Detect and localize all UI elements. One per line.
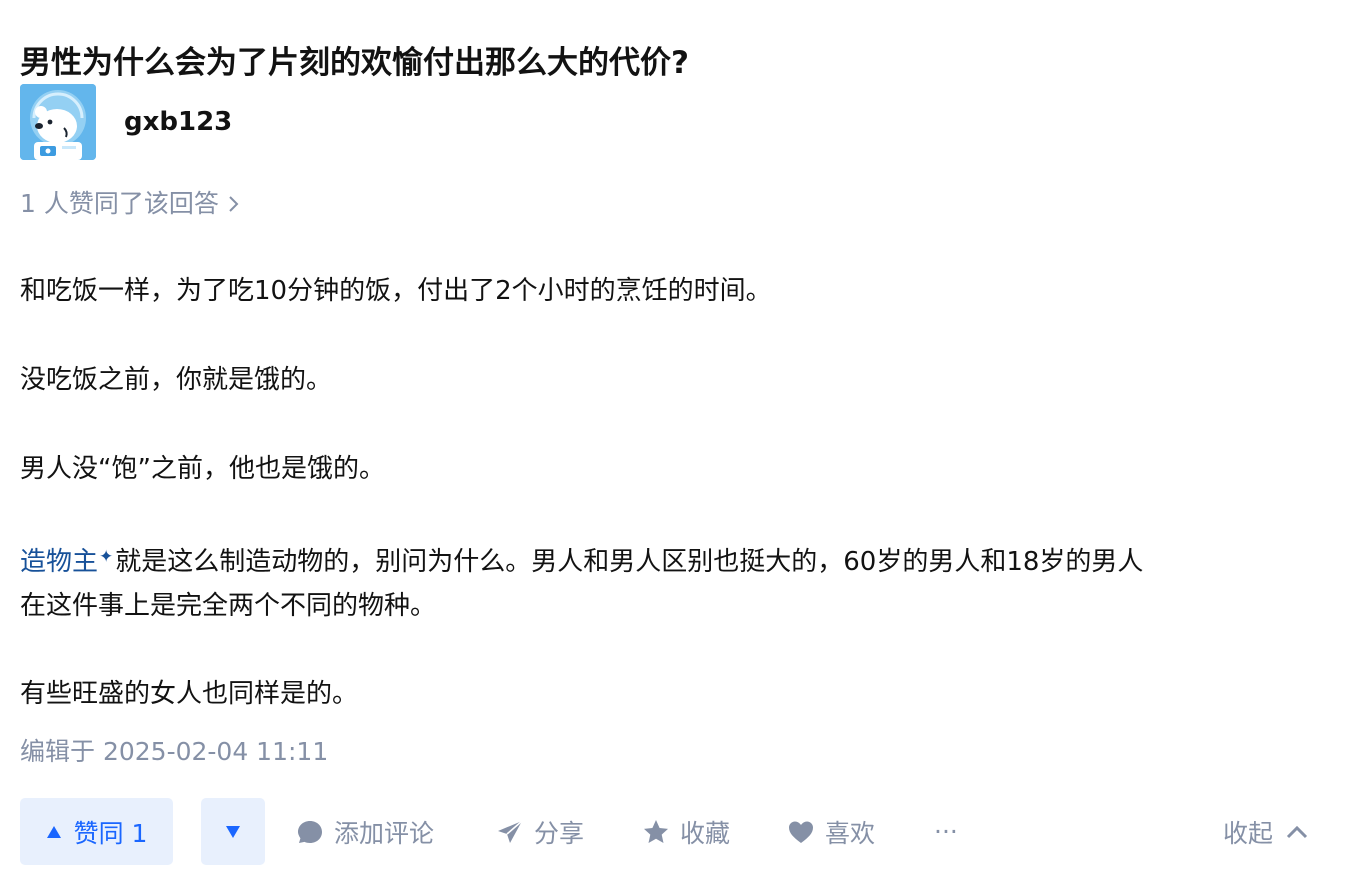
vote-up-label: 赞同 1 — [73, 818, 148, 848]
edit-time[interactable]: 编辑于 2025-02-04 11:11 — [20, 734, 328, 770]
paragraph-3: 男人没“饱”之前，他也是饿的。 — [20, 454, 385, 484]
polar-bear-astronaut-icon — [20, 84, 96, 160]
paragraph-4-line-1: 就是这么制造动物的，别问为什么。男人和男人区别也挺大的，60岁的男人和18岁的男… — [115, 547, 1144, 577]
more-icon: ··· — [934, 817, 958, 846]
sparkle-icon: ✦ — [99, 547, 114, 567]
answer-content: 和吃饭一样，为了吃10分钟的饭，付出了2个小时的烹饪的时间。 没吃饭之前，你就是… — [20, 268, 1330, 760]
vote-up-button[interactable]: 赞同 1 — [20, 798, 173, 865]
like-button[interactable]: 喜欢 — [787, 798, 875, 865]
share-button[interactable]: 分享 — [496, 798, 584, 865]
voters-summary[interactable]: 1 人赞同了该回答 — [20, 186, 241, 222]
paper-plane-icon — [498, 819, 523, 843]
star-icon — [644, 819, 668, 843]
collapse-button[interactable]: 收起 — [1223, 798, 1309, 865]
paragraph-4: 造物主✦就是这么制造动物的，别问为什么。男人和男人区别也挺大的，60岁的男人和1… — [20, 535, 1330, 628]
triangle-up-icon — [46, 825, 61, 838]
paragraph-2: 没吃饭之前，你就是饿的。 — [20, 365, 333, 395]
author-info: gxb123 — [20, 84, 232, 160]
favorite-label: 收藏 — [680, 818, 731, 848]
favorite-button[interactable]: 收藏 — [642, 798, 730, 865]
like-label: 喜欢 — [825, 818, 876, 848]
keyword-link[interactable]: 造物主 — [20, 547, 98, 577]
collapse-label: 收起 — [1223, 818, 1274, 848]
voters-summary-text: 1 人赞同了该回答 — [20, 189, 219, 218]
vote-down-button[interactable] — [201, 798, 265, 865]
triangle-down-icon — [226, 825, 240, 838]
heart-icon — [789, 821, 813, 843]
action-bar: 赞同 1 添加评论 分享 收藏 喜欢 ··· 收起 — [20, 798, 1333, 865]
paragraph-5: 有些旺盛的女人也同样是的。 — [20, 679, 359, 709]
chevron-right-icon — [229, 196, 239, 212]
share-label: 分享 — [534, 818, 585, 848]
comment-label: 添加评论 — [334, 818, 435, 848]
avatar[interactable] — [20, 84, 96, 160]
author-name[interactable]: gxb123 — [124, 107, 232, 137]
paragraph-1: 和吃饭一样，为了吃10分钟的饭，付出了2个小时的烹饪的时间。 — [20, 276, 772, 306]
comment-button[interactable]: 添加评论 — [296, 798, 434, 865]
more-button[interactable]: ··· — [934, 798, 958, 865]
chevron-up-icon — [1286, 825, 1308, 838]
answer-card: 男性为什么会为了片刻的欢愉付出那么大的代价? gxb123 1 人赞同了该回答 — [20, 0, 1333, 885]
question-title[interactable]: 男性为什么会为了片刻的欢愉付出那么大的代价? — [20, 41, 689, 85]
comment-icon — [298, 820, 322, 843]
paragraph-4-line-2: 在这件事上是完全两个不同的物种。 — [20, 591, 437, 621]
